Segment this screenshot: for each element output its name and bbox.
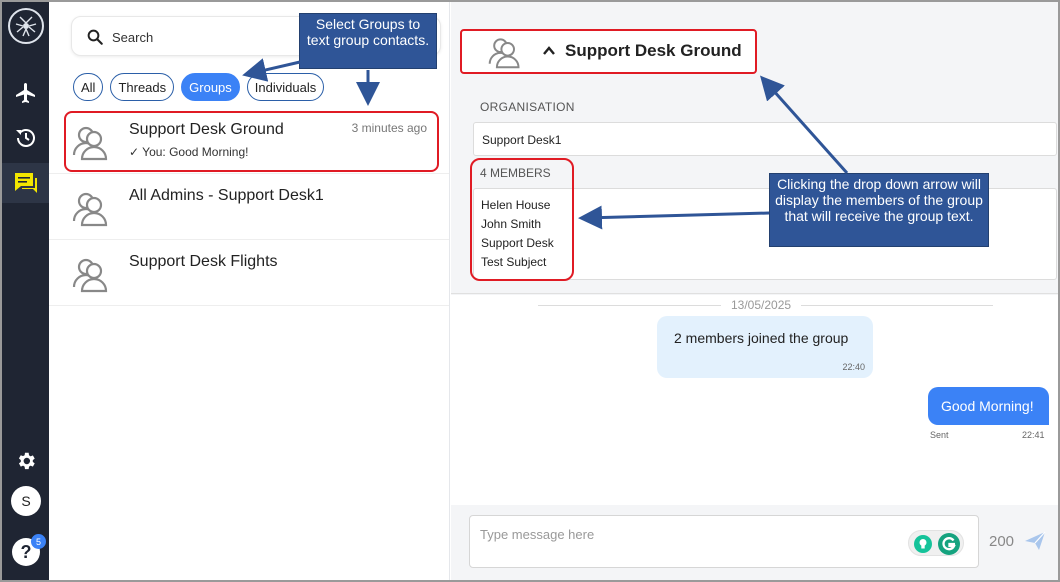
outgoing-message-time: 22:41	[1022, 430, 1045, 440]
message-composer: 200	[451, 505, 1058, 580]
outgoing-message-text: Good Morning!	[941, 398, 1034, 414]
group-title: Support Desk Ground	[565, 41, 742, 60]
filter-threads[interactable]: Threads	[110, 73, 175, 101]
filter-groups[interactable]: Groups	[181, 73, 240, 101]
highlight-members	[470, 158, 574, 281]
filter-individuals[interactable]: Individuals	[246, 73, 325, 101]
outgoing-message: Good Morning!	[928, 387, 1049, 425]
grammarly-icon[interactable]	[937, 532, 961, 556]
date-label: 13/05/2025	[721, 298, 802, 312]
send-icon[interactable]	[1024, 531, 1046, 551]
message-status: Sent	[930, 430, 949, 440]
user-avatar[interactable]: S	[11, 486, 41, 516]
organisation-field: Support Desk1	[473, 122, 1057, 156]
message-input[interactable]	[480, 524, 900, 544]
incoming-message-time: 22:40	[842, 362, 865, 372]
conversation-item[interactable]: All Admins - Support Desk1	[49, 174, 449, 240]
conversation-detail-panel: Support Desk Ground ORGANISATION Support…	[451, 2, 1058, 580]
highlight-conversation	[64, 111, 439, 172]
group-avatar-icon	[72, 258, 108, 293]
group-avatar-icon	[488, 38, 520, 69]
group-header[interactable]: Support Desk Ground	[460, 29, 757, 74]
conversation-list-panel: All Threads Groups Individuals Support D…	[49, 2, 450, 580]
message-box[interactable]	[469, 515, 979, 568]
conversation-name: All Admins - Support Desk1	[129, 187, 324, 204]
gear-icon	[18, 452, 35, 470]
logo-icon[interactable]	[8, 8, 44, 44]
incoming-message-text: 2 members joined the group	[674, 330, 849, 346]
callout-groups: Select Groups to text group contacts.	[299, 13, 437, 69]
airplane-icon	[15, 83, 35, 103]
history-nav-item[interactable]	[2, 118, 49, 158]
lightbulb-icon[interactable]	[913, 534, 933, 554]
character-counter: 200	[989, 533, 1015, 550]
writing-assistant-widget[interactable]	[908, 530, 964, 556]
sidebar: S ? 5	[2, 2, 49, 580]
history-icon	[15, 129, 35, 147]
messages-nav-item[interactable]	[2, 163, 49, 203]
organisation-value: Support Desk1	[482, 133, 562, 147]
conversation-name: Support Desk Flights	[129, 253, 278, 270]
group-avatar-icon	[72, 192, 108, 227]
chevron-up-icon[interactable]	[542, 45, 556, 57]
filter-chips: All Threads Groups Individuals	[73, 73, 325, 101]
incoming-message: 2 members joined the group 22:40	[657, 316, 873, 378]
flights-nav-item[interactable]	[2, 73, 49, 113]
conversation-item[interactable]: Support Desk Flights	[49, 240, 449, 306]
help-badge: 5	[31, 534, 46, 549]
callout-members: Clicking the drop down arrow will displa…	[769, 173, 989, 247]
message-thread: 13/05/2025 2 members joined the group 22…	[451, 295, 1058, 505]
chat-icon	[14, 173, 37, 193]
settings-nav-item[interactable]	[2, 441, 49, 481]
organisation-label: ORGANISATION	[480, 100, 575, 114]
search-icon	[87, 29, 103, 45]
filter-all[interactable]: All	[73, 73, 104, 101]
app-window: S ? 5 All Threads Groups Individuals	[0, 0, 1060, 582]
